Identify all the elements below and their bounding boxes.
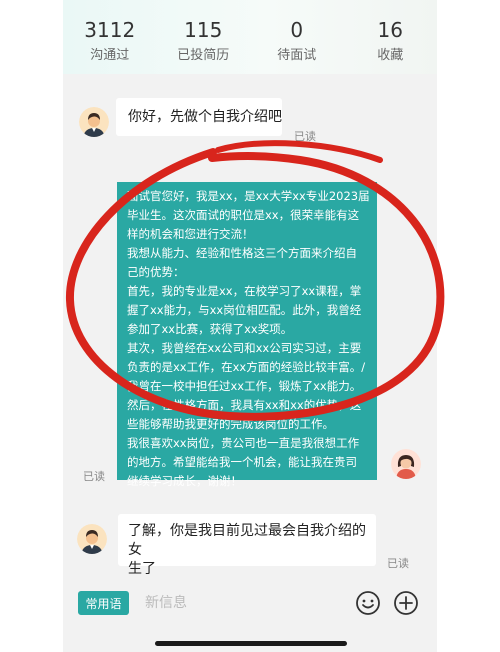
red-circle-annotation: [65, 140, 445, 421]
